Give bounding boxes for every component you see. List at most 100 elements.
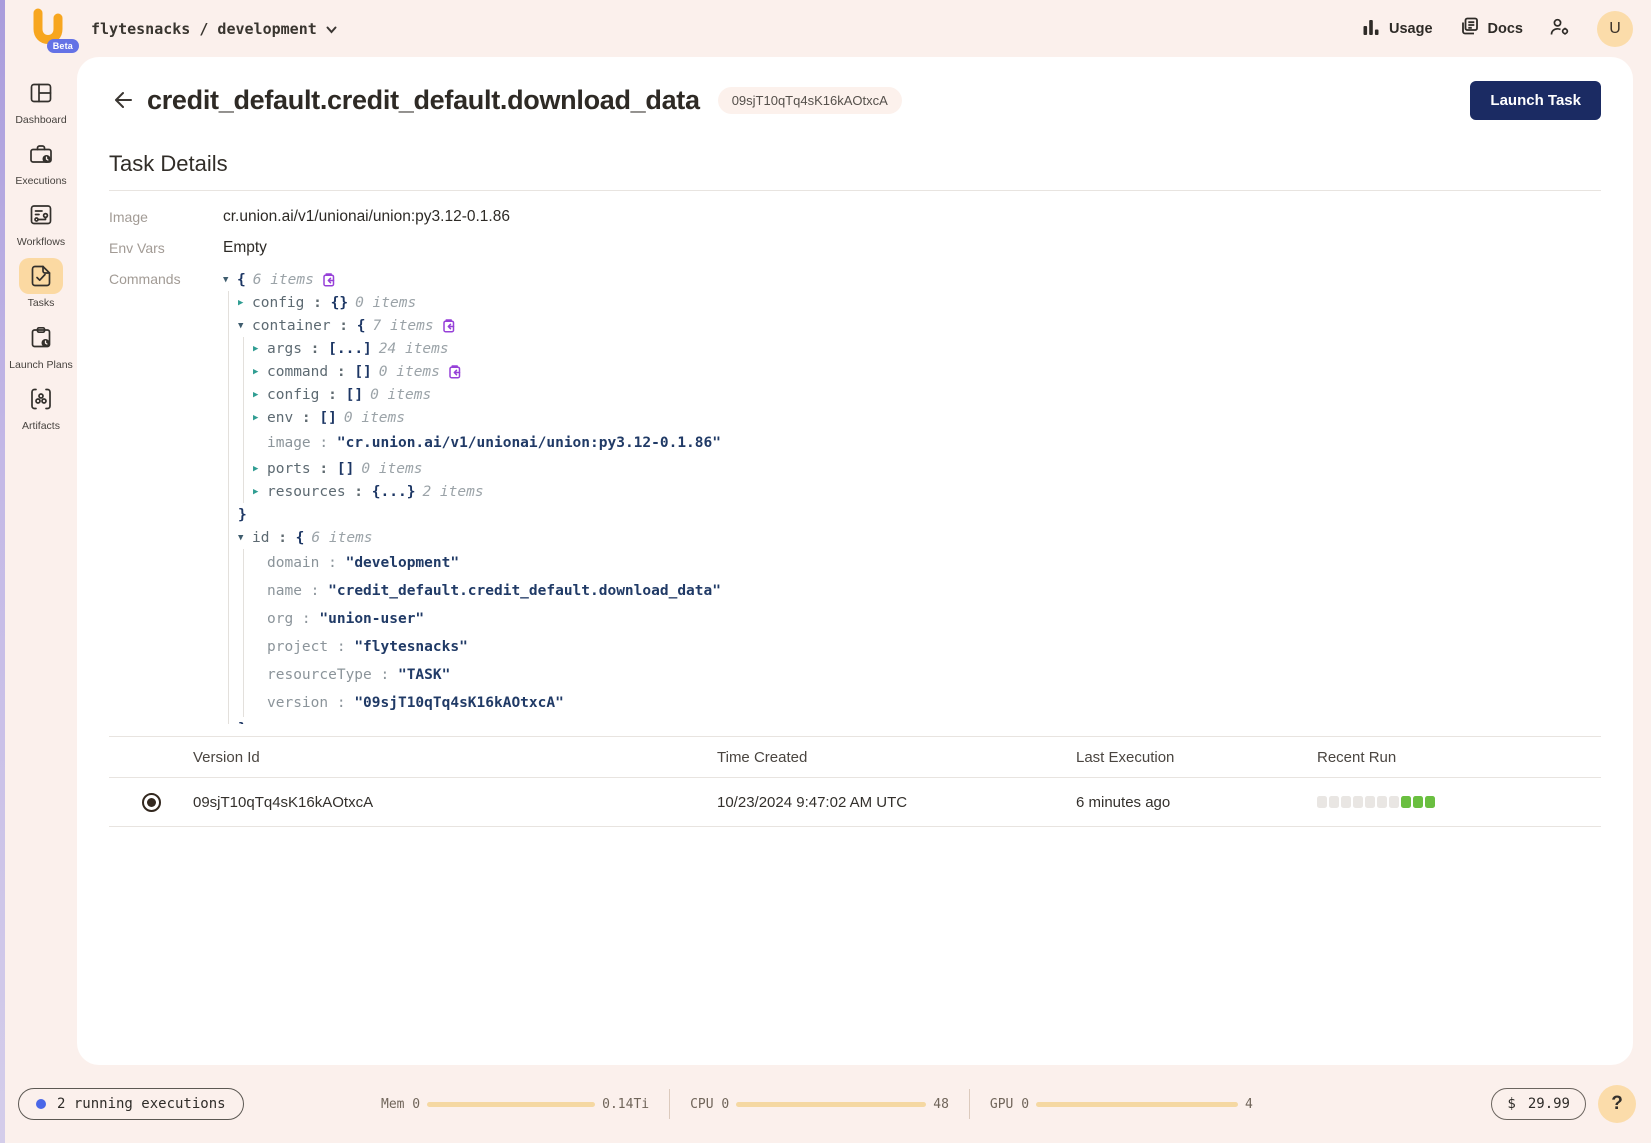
statusbar: 2 running executions Mem 00.14TiCPU 048G…	[5, 1065, 1651, 1143]
recent-run-empty-square[interactable]	[1377, 796, 1387, 808]
tree-key: config	[267, 387, 319, 403]
mem-gauge: Mem 00.14Ti	[381, 1097, 649, 1112]
tree-row-project: project : "flytesnacks"	[253, 633, 721, 661]
copy-icon[interactable]	[321, 272, 335, 287]
sidebar-item-label: Launch Plans	[9, 359, 73, 372]
launch-task-button[interactable]: Launch Task	[1470, 81, 1601, 120]
breadcrumb-label: flytesnacks / development	[91, 20, 317, 38]
tree-key: domain	[267, 555, 319, 571]
user-gear-icon	[1549, 17, 1571, 41]
collapse-toggle-icon[interactable]: ▼	[238, 533, 252, 543]
billing-pill[interactable]: $ 29.99	[1491, 1088, 1586, 1120]
running-executions-pill[interactable]: 2 running executions	[18, 1088, 244, 1120]
back-button[interactable]	[109, 85, 139, 115]
commands-tree: ▼{6 items▶config : {}0 items▼container :…	[223, 266, 721, 724]
closing-brace: }	[238, 507, 247, 523]
expand-toggle-icon[interactable]: ▶	[253, 367, 267, 377]
tree-key: ports	[267, 461, 311, 477]
page-header: credit_default.credit_default.download_d…	[109, 77, 1601, 123]
recent-run-empty-square[interactable]	[1353, 796, 1363, 808]
billing-amount: 29.99	[1528, 1096, 1570, 1112]
tree-row-container[interactable]: ▼container : {7 items	[238, 314, 721, 337]
tree-row-config[interactable]: ▶config : {}0 items	[238, 291, 721, 314]
currency-symbol: $	[1507, 1096, 1515, 1112]
tree-key: env	[267, 410, 293, 426]
expand-toggle-icon[interactable]: ▶	[238, 298, 252, 308]
table-row[interactable]: 09sjT10qTq4sK16kAOtxcA10/23/2024 9:47:02…	[109, 778, 1601, 826]
chevron-down-icon	[326, 20, 337, 38]
tree-value: "credit_default.credit_default.download_…	[328, 583, 721, 599]
tree-row[interactable]: ▼{6 items	[223, 268, 721, 291]
tree-row-env[interactable]: ▶env : []0 items	[253, 406, 721, 429]
sidebar-item-workflows[interactable]: Workflows	[6, 197, 76, 249]
recent-run-empty-square[interactable]	[1365, 796, 1375, 808]
copy-icon[interactable]	[447, 364, 461, 379]
union-logo[interactable]: Beta	[27, 7, 69, 51]
tree-row-resources[interactable]: ▶resources : {...}2 items	[253, 480, 721, 503]
tree-brace: {...}	[372, 484, 416, 500]
sidebar-item-executions[interactable]: Executions	[6, 136, 76, 188]
collapse-toggle-icon[interactable]: ▼	[223, 275, 237, 285]
sidebar-item-dashboard[interactable]: Dashboard	[6, 75, 76, 127]
tree-key: resourceType	[267, 667, 372, 683]
last-execution-cell: 6 minutes ago	[1076, 794, 1317, 811]
tree-brace: []	[346, 387, 363, 403]
tree-brace: {	[237, 272, 246, 288]
breadcrumb[interactable]: flytesnacks / development	[91, 20, 337, 38]
beta-badge: Beta	[47, 39, 79, 53]
tree-row-args[interactable]: ▶args : [...]24 items	[253, 337, 721, 360]
recent-run-cells	[1317, 796, 1601, 808]
avatar[interactable]: U	[1597, 11, 1633, 47]
tree-row-ports[interactable]: ▶ports : []0 items	[253, 457, 721, 480]
sidebar-item-label: Artifacts	[22, 420, 60, 433]
sidebar: Dashboard Executions Workflows Tasks Launch …	[5, 57, 77, 1143]
tree-key: container	[252, 318, 331, 334]
tree-group: ▶args : [...]24 items▶command : []0 item…	[243, 337, 721, 503]
task-detail-rows: Image cr.union.ai/v1/unionai/union:py3.1…	[109, 204, 1601, 724]
recent-run-empty-square[interactable]	[1389, 796, 1399, 808]
expand-toggle-icon[interactable]: ▶	[253, 487, 267, 497]
commands-label: Commands	[109, 266, 223, 724]
user-settings-button[interactable]	[1549, 17, 1571, 41]
sidebar-item-tasks[interactable]: Tasks	[6, 258, 76, 310]
tree-key: resources	[267, 484, 346, 500]
recent-run-success-square[interactable]	[1413, 796, 1423, 808]
billing-area: $ 29.99 ?	[1491, 1085, 1636, 1123]
usage-link[interactable]: Usage	[1361, 17, 1433, 41]
tree-item-count: 6 items	[311, 530, 372, 546]
workflows-icon	[19, 197, 63, 233]
recent-run-empty-square[interactable]	[1329, 796, 1339, 808]
help-button[interactable]: ?	[1598, 1085, 1636, 1123]
col-version-id: Version Id	[193, 749, 717, 766]
docs-label: Docs	[1488, 21, 1523, 37]
closing-brace: }	[238, 721, 247, 725]
section-title: Task Details	[109, 151, 1601, 177]
version-radio-selected[interactable]	[142, 793, 161, 812]
recent-run-success-square[interactable]	[1401, 796, 1411, 808]
expand-toggle-icon[interactable]: ▶	[253, 413, 267, 423]
tree-key: org	[267, 611, 293, 627]
tree-value: "09sjT10qTq4sK16kAOtxcA"	[354, 695, 564, 711]
expand-toggle-icon[interactable]: ▶	[253, 464, 267, 474]
tree-row-command[interactable]: ▶command : []0 items	[253, 360, 721, 383]
recent-run-empty-square[interactable]	[1317, 796, 1327, 808]
recent-run-empty-square[interactable]	[1341, 796, 1351, 808]
running-executions-label: 2 running executions	[57, 1096, 226, 1112]
sidebar-item-artifacts[interactable]: Artifacts	[6, 381, 76, 433]
gauge-label: GPU 0	[990, 1097, 1029, 1112]
expand-toggle-icon[interactable]: ▶	[253, 344, 267, 354]
executions-icon	[19, 136, 63, 172]
expand-toggle-icon[interactable]: ▶	[253, 390, 267, 400]
collapse-toggle-icon[interactable]: ▼	[238, 321, 252, 331]
tree-brace: {	[357, 318, 366, 334]
sidebar-item-launch-plans[interactable]: Launch Plans	[6, 320, 76, 372]
copy-icon[interactable]	[441, 318, 455, 333]
gauge-divider	[969, 1089, 970, 1119]
tree-group: domain : "development"name : "credit_def…	[243, 549, 721, 717]
recent-run-success-square[interactable]	[1425, 796, 1435, 808]
tree-row-config[interactable]: ▶config : []0 items	[253, 383, 721, 406]
time-created-cell: 10/23/2024 9:47:02 AM UTC	[717, 794, 1076, 811]
tree-brace: {	[296, 530, 305, 546]
tree-row-id[interactable]: ▼id : {6 items	[238, 526, 721, 549]
docs-link[interactable]: Docs	[1459, 16, 1523, 41]
